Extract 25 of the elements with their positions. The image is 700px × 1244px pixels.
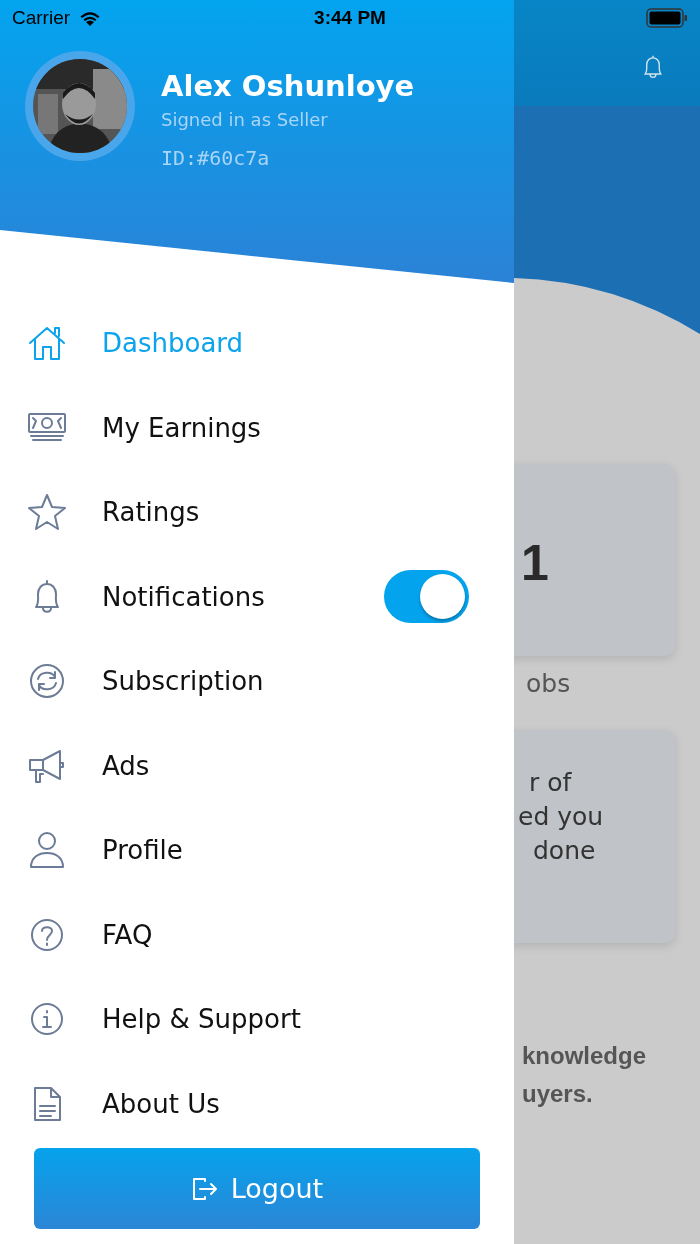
status-time: 3:44 PM [314,7,386,29]
menu-item[interactable]: Profile [0,808,514,893]
card-text: ed you [518,801,605,833]
user-id: ID:#60c7a [161,146,271,170]
menu-item[interactable]: About Us [0,1061,514,1146]
star-icon [27,492,67,533]
menu-item[interactable]: Ads [0,723,514,808]
stat-label: obs [526,669,572,698]
person-icon [27,830,67,871]
user-name: Alex Oshunloye [161,69,415,103]
carrier-name: Carrier [12,7,71,29]
body-text: knowledge [522,1041,648,1071]
stat-value: 1 [521,535,549,591]
menu-item[interactable]: Notifications [0,554,514,639]
menu-item[interactable]: My Earnings [0,385,514,470]
card-text: r of [529,767,573,799]
user-role: Signed in as Seller [161,109,329,130]
menu-item[interactable]: Ratings [0,470,514,555]
toggle-switch[interactable] [384,570,469,624]
menu-item[interactable]: FAQ [0,892,514,977]
card-text: done [532,835,597,867]
menu-item[interactable]: Help & Support [0,977,514,1062]
battery-icon [646,8,688,28]
body-text: uyers. [522,1079,594,1109]
menu-item[interactable]: Subscription [0,639,514,724]
